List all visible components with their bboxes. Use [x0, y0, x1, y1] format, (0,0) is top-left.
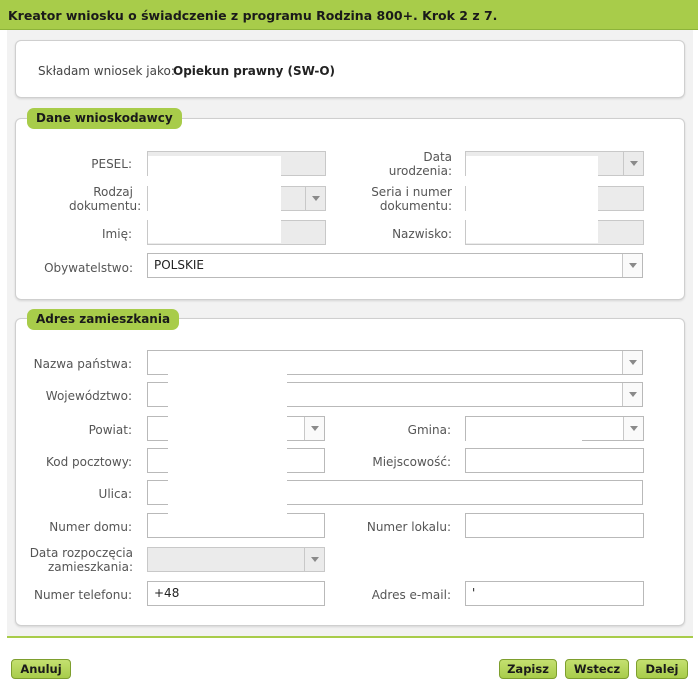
wizard-content: Składam wniosek jako: Opiekun prawny (SW…	[7, 30, 693, 638]
chevron-down-icon	[311, 196, 320, 201]
role-panel: Składam wniosek jako: Opiekun prawny (SW…	[15, 40, 685, 98]
save-button[interactable]: Zapisz	[499, 659, 557, 679]
commune-label: Gmina:	[407, 423, 451, 437]
role-value: Opiekun prawny (SW-O)	[173, 64, 336, 78]
redaction-block	[148, 156, 281, 243]
phone-value: +48	[154, 586, 180, 600]
birth-date-label: Data urodzenia:	[388, 150, 452, 178]
house-number-label: Numer domu:	[49, 520, 132, 534]
pesel-label: PESEL:	[91, 157, 132, 171]
redaction-block	[466, 156, 598, 243]
email-value: '	[472, 586, 476, 600]
first-name-label: Imię:	[102, 227, 132, 241]
last-name-label: Nazwisko:	[392, 227, 452, 241]
email-label: Adres e-mail:	[371, 588, 451, 602]
postal-code-label: Kod pocztowy:	[45, 455, 132, 469]
address-legend: Adres zamieszkania	[27, 309, 180, 330]
citizenship-dropdown-arrow[interactable]	[622, 254, 642, 277]
role-label: Składam wniosek jako:	[38, 64, 175, 78]
phone-field[interactable]: +48	[147, 581, 325, 606]
residence-start-select[interactable]	[147, 547, 325, 572]
applicant-legend: Dane wnioskodawcy	[27, 108, 182, 129]
voivodeship-label: Województwo:	[45, 389, 132, 403]
street-label: Ulica:	[98, 487, 132, 501]
birth-date-dropdown-arrow[interactable]	[623, 152, 643, 175]
chevron-down-icon	[310, 557, 319, 562]
redaction-block	[168, 362, 287, 537]
city-label: Miejscowość:	[372, 455, 451, 469]
citizenship-value: POLSKIE	[154, 258, 204, 272]
city-field[interactable]	[465, 448, 644, 473]
next-button[interactable]: Dalej	[636, 659, 688, 679]
country-dropdown-arrow[interactable]	[622, 351, 642, 374]
commune-dropdown-arrow[interactable]	[623, 417, 643, 440]
wizard-header: Kreator wniosku o świadczenie z programu…	[0, 0, 698, 30]
chevron-down-icon	[628, 392, 637, 397]
residence-start-label: Data rozpoczęcia zamieszkania:	[29, 546, 133, 574]
flat-number-label: Numer lokalu:	[366, 520, 451, 534]
doc-type-dropdown-arrow[interactable]	[305, 187, 325, 210]
chevron-down-icon	[628, 360, 637, 365]
back-button[interactable]: Wstecz	[565, 659, 629, 679]
doc-number-label: Seria i numer dokumentu:	[371, 185, 452, 213]
cancel-button[interactable]: Anuluj	[11, 659, 71, 679]
voivodeship-dropdown-arrow[interactable]	[622, 383, 642, 406]
wizard-title: Kreator wniosku o świadczenie z programu…	[8, 8, 498, 23]
citizenship-label: Obywatelstwo:	[44, 261, 133, 275]
doc-type-label: Rodzaj dokumentu:	[69, 185, 142, 213]
email-field[interactable]: '	[465, 581, 644, 606]
chevron-down-icon	[629, 426, 638, 431]
phone-label: Numer telefonu:	[33, 588, 132, 602]
chevron-down-icon	[310, 426, 319, 431]
country-label: Nazwa państwa:	[33, 357, 132, 371]
redaction-block	[466, 418, 582, 448]
chevron-down-icon	[628, 263, 637, 268]
flat-number-field[interactable]	[465, 513, 644, 538]
residence-start-dropdown-arrow[interactable]	[304, 548, 324, 571]
chevron-down-icon	[629, 161, 638, 166]
citizenship-select[interactable]: POLSKIE	[147, 253, 643, 278]
county-dropdown-arrow[interactable]	[304, 417, 324, 440]
county-label: Powiat:	[88, 423, 132, 437]
